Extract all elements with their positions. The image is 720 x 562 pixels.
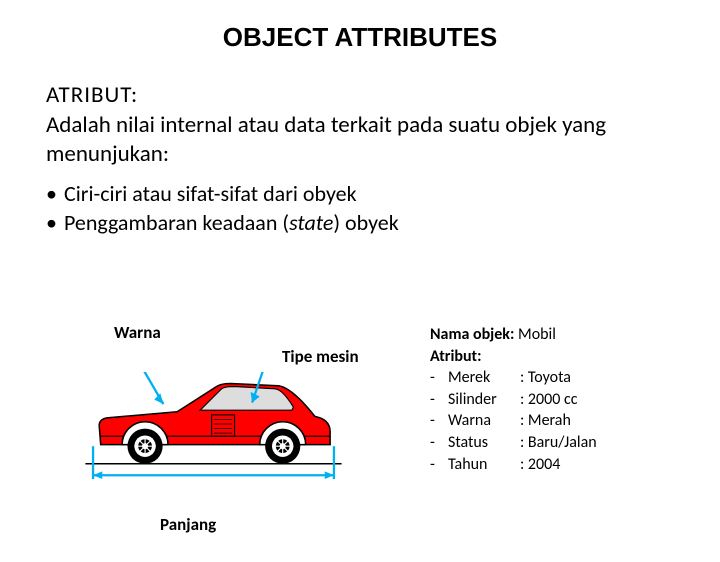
attr-row: - Silinder : 2000 cc: [430, 389, 597, 411]
attr-key: Tahun: [448, 454, 520, 476]
attr-val: : Merah: [520, 410, 571, 432]
page-title: OBJECT ATTRIBUTES: [0, 22, 720, 53]
state-word: state: [289, 209, 333, 236]
car-illustration: [46, 372, 381, 502]
attr-val: : 2000 cc: [520, 389, 577, 411]
attr-val: : 2004: [520, 454, 560, 476]
attribute-list: Nama objek: Mobil Atribut: - Merek : Toy…: [430, 324, 597, 475]
dash: -: [430, 367, 448, 389]
front-wheel: [127, 429, 162, 464]
attr-row: - Status : Baru/Jalan: [430, 432, 597, 454]
bullet-text: ) obyek: [333, 209, 398, 236]
attr-row: - Warna : Merah: [430, 410, 597, 432]
attr-key: Warna: [448, 410, 520, 432]
attr-key: Status: [448, 432, 520, 454]
attr-row: - Merek : Toyota: [430, 367, 597, 389]
car-diagram: Warna Tipe mesin Panjang: [46, 322, 421, 542]
attr-key: Merek: [448, 367, 520, 389]
label-panjang: Panjang: [160, 514, 216, 535]
dash: -: [430, 410, 448, 432]
nama-objek-label: Nama objek:: [430, 325, 518, 344]
label-warna: Warna: [114, 322, 161, 343]
atribut-label: ATRIBUT:: [46, 81, 674, 109]
dash: -: [430, 432, 448, 454]
label-tipe-mesin: Tipe mesin: [282, 346, 359, 367]
dash: -: [430, 454, 448, 476]
bullet-list: Ciri-ciri atau sifat-sifat dari obyek Pe…: [46, 179, 674, 238]
attr-val: : Baru/Jalan: [520, 432, 597, 454]
atribut-heading: Atribut:: [430, 346, 597, 368]
content-block: ATRIBUT: Adalah nilai internal atau data…: [0, 81, 720, 238]
dash: -: [430, 389, 448, 411]
bullet-item: Ciri-ciri atau sifat-sifat dari obyek: [46, 179, 674, 209]
rear-wheel: [265, 429, 300, 464]
bullet-text: Penggambaran keadaan (: [64, 209, 289, 236]
definition-text: Adalah nilai internal atau data terkait …: [46, 111, 674, 169]
attr-val: : Toyota: [520, 367, 571, 389]
nama-objek-line: Nama objek: Mobil: [430, 324, 597, 346]
bullet-item: Penggambaran keadaan (state) obyek: [46, 208, 674, 238]
nama-objek-value: Mobil: [518, 325, 556, 344]
attr-key: Silinder: [448, 389, 520, 411]
attr-row: - Tahun : 2004: [430, 454, 597, 476]
